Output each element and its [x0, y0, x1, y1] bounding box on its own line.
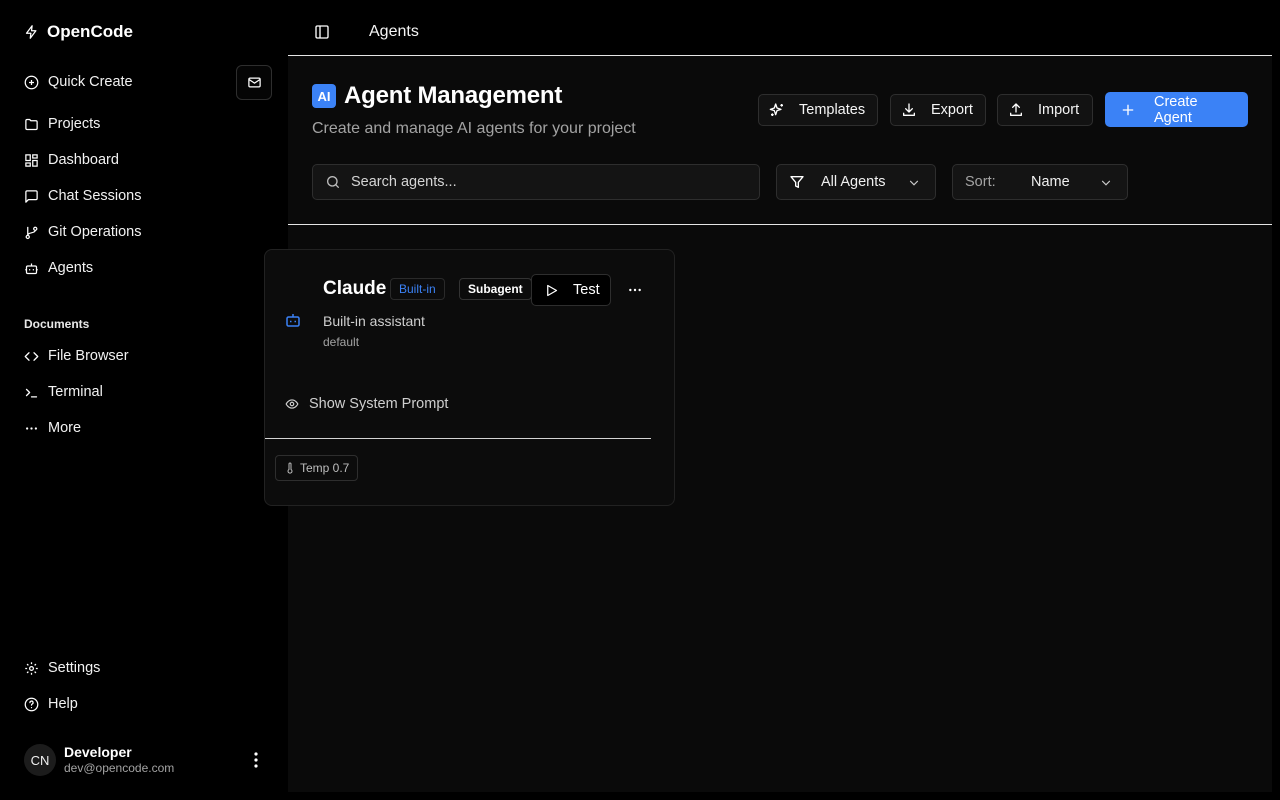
sidebar-item-label: File Browser	[48, 348, 129, 364]
terminal-icon	[24, 385, 39, 400]
panel-left-icon	[314, 24, 330, 40]
create-agent-label: Create Agent	[1154, 93, 1198, 126]
agent-filter-select[interactable]: All Agents	[776, 164, 936, 200]
chevron-down-icon	[907, 176, 921, 190]
sidebar-item-agents[interactable]: Agents	[24, 258, 93, 278]
import-button[interactable]: Import	[997, 94, 1093, 126]
sort-select[interactable]: Sort: Name	[952, 164, 1128, 200]
user-email: dev@opencode.com	[64, 761, 175, 775]
search-box[interactable]	[312, 164, 760, 200]
documents-section-label: Documents	[24, 317, 90, 331]
sidebar-item-label: More	[48, 420, 82, 436]
brand-name: OpenCode	[47, 22, 133, 41]
user-name: Developer	[64, 744, 132, 760]
import-label: Import	[1038, 102, 1080, 118]
user-profile[interactable]: CN Developer dev@opencode.com	[24, 744, 174, 776]
eye-icon	[285, 397, 299, 411]
breadcrumb: Agents	[369, 23, 419, 40]
sidebar-item-git-operations[interactable]: Git Operations	[24, 222, 142, 242]
sidebar-item-file-browser[interactable]: File Browser	[24, 346, 129, 366]
page-subtitle: Create and manage AI agents for your pro…	[312, 120, 636, 137]
agent-name: Claude	[323, 278, 387, 299]
vertical-ellipsis-icon	[248, 750, 264, 770]
avatar: CN	[24, 744, 56, 776]
templates-label: Templates	[799, 102, 866, 118]
temperature-chip: Temp 0.7	[275, 455, 359, 481]
sidebar-item-label: Quick Create	[48, 74, 133, 90]
bot-icon	[24, 261, 39, 276]
sidebar-item-chat-sessions[interactable]: Chat Sessions	[24, 186, 142, 206]
thermometer-icon	[284, 462, 296, 474]
brand[interactable]: OpenCode	[24, 22, 133, 42]
show-system-prompt-toggle[interactable]: Show System Prompt	[285, 396, 448, 412]
sidebar-item-label: Settings	[48, 660, 101, 676]
export-label: Export	[931, 102, 973, 118]
show-system-prompt-label: Show System Prompt	[309, 396, 449, 412]
sidebar-item-label: Dashboard	[48, 152, 119, 168]
topbar: Agents	[288, 0, 1272, 56]
sidebar-item-settings[interactable]: Settings	[24, 658, 100, 678]
temperature-label: Temp 0.7	[300, 461, 350, 475]
agent-description: Built-in assistant	[323, 313, 425, 329]
sidebar: OpenCode Quick Create Projects Dashboard…	[0, 0, 288, 800]
chevron-down-icon	[1099, 176, 1113, 190]
folder-icon	[24, 117, 39, 132]
plus-icon	[1120, 102, 1136, 118]
sidebar-item-label: Git Operations	[48, 224, 142, 240]
help-circle-icon	[24, 697, 39, 712]
sidebar-item-projects[interactable]: Projects	[24, 114, 100, 134]
subagent-badge: Subagent	[459, 278, 532, 300]
export-button[interactable]: Export	[890, 94, 986, 126]
download-icon	[901, 102, 917, 118]
sort-label: Sort:	[965, 174, 996, 190]
search-icon	[325, 174, 341, 190]
bolt-icon	[24, 24, 39, 40]
chat-icon	[24, 189, 39, 204]
sidebar-toggle-button[interactable]	[314, 24, 330, 40]
agent-model: default	[323, 335, 360, 349]
test-agent-button[interactable]: Test	[531, 274, 611, 306]
test-label: Test	[573, 282, 600, 298]
filter-value: All Agents	[821, 174, 886, 190]
mail-icon	[247, 75, 262, 90]
ellipsis-icon	[627, 282, 643, 298]
search-input[interactable]	[351, 174, 731, 190]
agent-card[interactable]: Claude Built-in Subagent Test Built-in a…	[264, 249, 675, 506]
ellipsis-icon	[24, 421, 39, 436]
create-agent-button[interactable]: Create Agent	[1105, 92, 1248, 127]
sparkles-icon	[769, 102, 785, 118]
bot-icon	[283, 311, 303, 329]
play-icon	[544, 283, 559, 298]
sidebar-item-terminal[interactable]: Terminal	[24, 382, 103, 402]
main-content: AI Agent Management Create and manage AI…	[264, 56, 1272, 792]
sidebar-item-label: Chat Sessions	[48, 188, 142, 204]
header-divider	[288, 224, 1272, 225]
upload-icon	[1008, 102, 1024, 118]
git-branch-icon	[24, 225, 39, 240]
dashboard-icon	[24, 153, 39, 168]
templates-button[interactable]: Templates	[758, 94, 878, 126]
gear-icon	[24, 661, 39, 676]
card-divider	[265, 438, 651, 439]
sidebar-item-dashboard[interactable]: Dashboard	[24, 150, 119, 170]
page-heading: Agent Management	[344, 82, 563, 109]
sidebar-item-label: Terminal	[48, 384, 103, 400]
sidebar-item-label: Projects	[48, 116, 101, 132]
code-icon	[24, 349, 39, 364]
user-menu-button[interactable]	[248, 750, 264, 770]
plus-circle-icon	[24, 75, 39, 90]
filter-icon	[789, 174, 805, 190]
ai-badge: AI	[312, 84, 336, 108]
inbox-button[interactable]	[236, 65, 272, 100]
sidebar-item-more[interactable]: More	[24, 418, 81, 438]
built-in-badge: Built-in	[390, 278, 445, 300]
sidebar-item-label: Agents	[48, 260, 94, 276]
sidebar-item-quick-create[interactable]: Quick Create	[24, 72, 133, 92]
sidebar-item-label: Help	[48, 696, 78, 712]
sort-value: Name	[1031, 174, 1070, 190]
sidebar-item-help[interactable]: Help	[24, 694, 78, 714]
agent-more-button[interactable]	[625, 280, 645, 300]
page-title: AI Agent Management	[312, 82, 562, 110]
